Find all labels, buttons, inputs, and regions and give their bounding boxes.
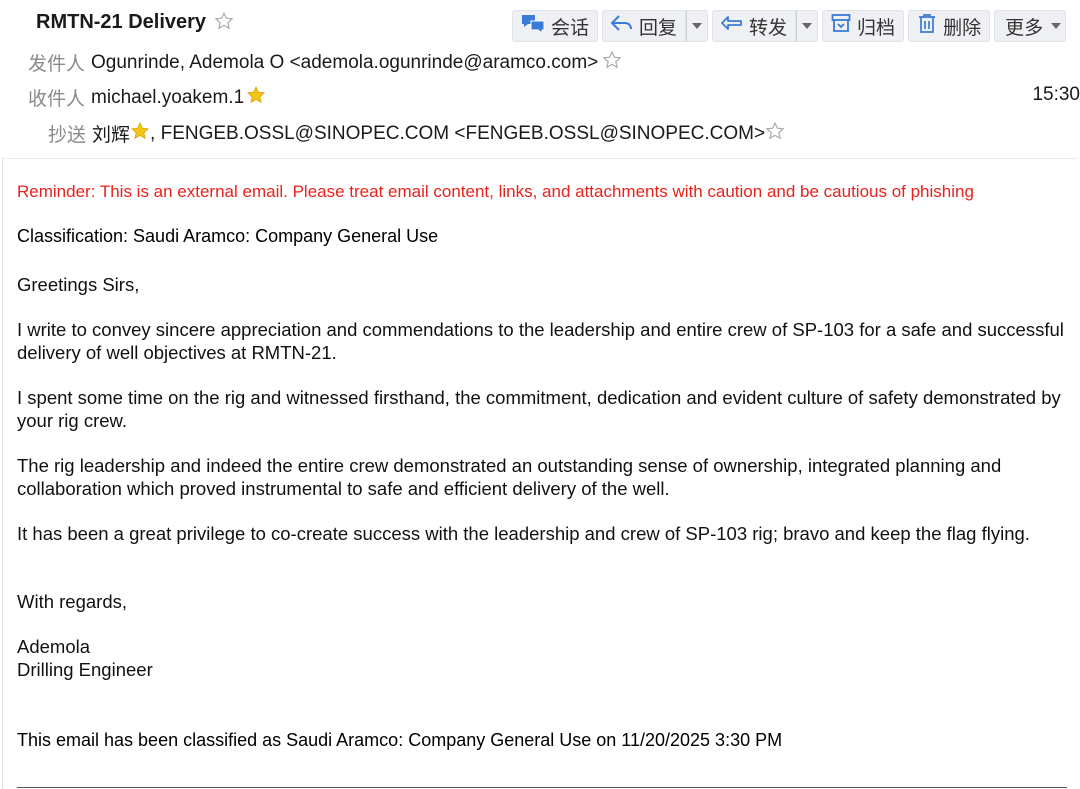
signature: Ademola Drilling Engineer — [17, 635, 1077, 681]
to-value[interactable]: michael.yoakem.1 — [91, 87, 244, 109]
archive-button[interactable]: 归档 — [822, 10, 905, 42]
conversation-icon — [521, 13, 551, 39]
forward-icon — [721, 14, 749, 38]
classification-line: Classification: Saudi Aramco: Company Ge… — [17, 226, 439, 246]
email-subject: RMTN-21 Delivery — [36, 10, 207, 33]
forward-dropdown-button[interactable] — [796, 10, 819, 42]
cc-recipients[interactable]: , FENGEB.OSSL@SINOPEC.COM <FENGEB.OSSL@S… — [150, 123, 765, 145]
external-email-warning: Reminder: This is an external email. Ple… — [17, 182, 974, 201]
chevron-down-icon — [802, 23, 813, 29]
signature-title: Drilling Engineer — [17, 659, 153, 680]
archive-icon — [831, 13, 857, 39]
from-label: 发件人 — [28, 54, 86, 75]
to-label: 收件人 — [28, 89, 86, 110]
more-button[interactable]: 更多 — [994, 10, 1067, 42]
email-header: RMTN-21 Delivery 会话 回复 转发 归档 删除 更多 发件人 O… — [0, 0, 1080, 158]
chevron-down-icon — [692, 23, 703, 29]
from-value[interactable]: Ogunrinde, Ademola O <ademola.ogunrinde@… — [91, 52, 598, 74]
star-filled-icon[interactable] — [130, 121, 150, 147]
email-body: Reminder: This is an external email. Ple… — [2, 158, 1078, 789]
to-row: 收件人 michael.yoakem.1 — [28, 84, 266, 111]
star-outline-icon[interactable] — [214, 11, 234, 36]
star-outline-icon[interactable] — [602, 50, 622, 76]
star-filled-icon[interactable] — [246, 85, 266, 111]
divider — [17, 787, 1067, 788]
greeting: Greetings Sirs, — [17, 274, 140, 295]
delete-icon — [917, 13, 943, 39]
subject-row: RMTN-21 Delivery — [36, 8, 234, 36]
from-row: 发件人 Ogunrinde, Ademola O <ademola.ogunri… — [28, 49, 622, 76]
chevron-down-icon — [1051, 23, 1062, 29]
reply-icon — [610, 14, 639, 38]
reply-label: 回复 — [639, 17, 678, 39]
cc-name[interactable]: 刘辉 — [92, 120, 130, 147]
conversation-label: 会话 — [551, 17, 590, 39]
cc-row: 抄送 刘辉 , FENGEB.OSSL@SINOPEC.COM <FENGEB.… — [48, 120, 785, 147]
body-paragraph-4: It has been a great privilege to co-crea… — [17, 523, 1030, 544]
reply-button[interactable]: 回复 — [602, 10, 687, 42]
closing: With regards, — [17, 591, 128, 612]
classification-footer: This email has been classified as Saudi … — [17, 730, 783, 750]
forward-button[interactable]: 转发 — [712, 10, 797, 42]
forward-label: 转发 — [749, 17, 788, 39]
body-paragraph-3: The rig leadership and indeed the entire… — [17, 455, 1002, 499]
star-outline-icon[interactable] — [765, 121, 785, 147]
forward-split: 转发 — [712, 10, 819, 42]
body-paragraph-2: I spent some time on the rig and witness… — [17, 387, 1061, 431]
delete-label: 删除 — [943, 17, 982, 39]
delete-button[interactable]: 删除 — [908, 10, 991, 42]
conversation-button[interactable]: 会话 — [512, 10, 599, 42]
more-label: 更多 — [1005, 17, 1044, 39]
body-paragraph-1: I write to convey sincere appreciation a… — [17, 319, 1064, 363]
archive-label: 归档 — [857, 17, 896, 39]
cc-label: 抄送 — [48, 125, 87, 146]
reply-split: 回复 — [602, 10, 709, 42]
email-toolbar: 会话 回复 转发 归档 删除 更多 — [512, 10, 1067, 42]
email-time: 15:30 — [1032, 84, 1080, 105]
reply-dropdown-button[interactable] — [686, 10, 709, 42]
signature-name: Ademola — [17, 636, 91, 657]
